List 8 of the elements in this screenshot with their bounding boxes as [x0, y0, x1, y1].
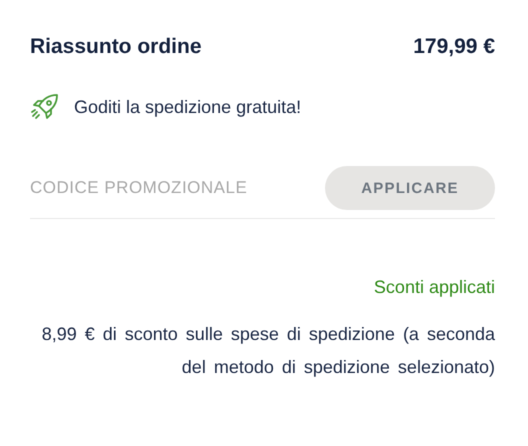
order-summary-title: Riassunto ordine	[30, 35, 202, 59]
rocket-icon	[30, 92, 60, 122]
promo-code-field[interactable]: CODICE PROMOZIONALE	[30, 178, 310, 198]
applied-discounts-title: Sconti applicati	[372, 277, 495, 298]
apply-button[interactable]: APPLICARE	[325, 166, 495, 210]
discount-description: 8,99 € di sconto sulle spese di spedizione (a seconda del metodo di spedizione selezionato)	[40, 323, 495, 379]
free-shipping-text: Goditi la spedizione gratuita!	[74, 96, 302, 118]
order-total: 179,99 €	[413, 35, 495, 59]
